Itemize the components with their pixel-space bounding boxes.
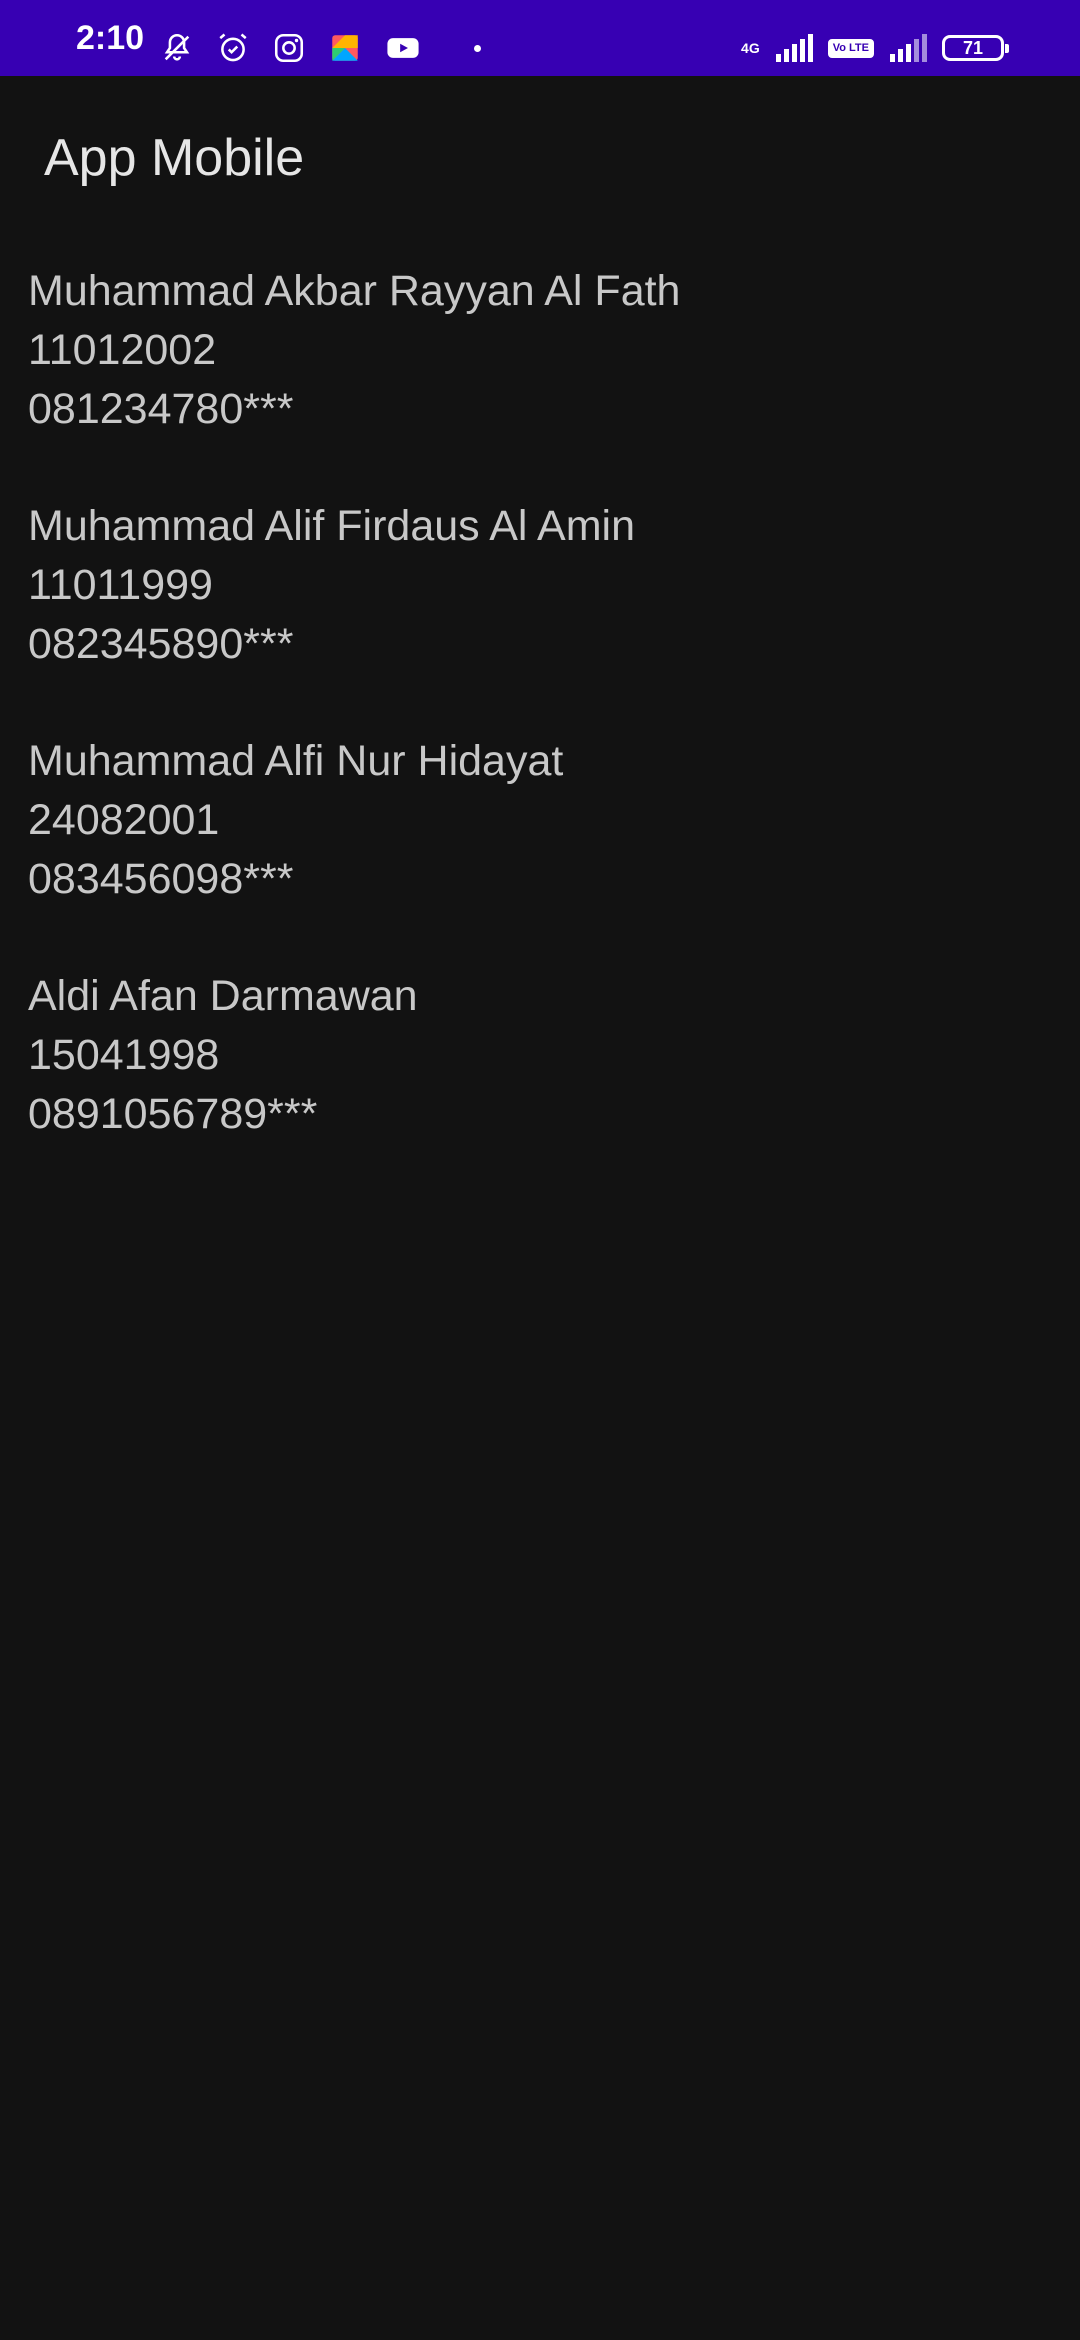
signal-strength-icon xyxy=(775,34,813,62)
entry-phone: 081234780*** xyxy=(28,385,294,433)
entry-name: Muhammad Akbar Rayyan Al Fath xyxy=(28,267,681,315)
status-time: 2:10 xyxy=(76,19,145,57)
entry-phone: 0891056789*** xyxy=(28,1090,318,1138)
list-item: Aldi Afan Darmawan 15041998 0891056789**… xyxy=(28,967,1028,1144)
app-icon xyxy=(332,35,358,61)
list-item: Muhammad Alif Firdaus Al Amin 11011999 0… xyxy=(28,497,1028,674)
status-bar: 2:10 4G Vo LTE 71 xyxy=(0,0,1080,76)
network-type-label: 4G xyxy=(741,40,760,56)
entry-phone: 082345890*** xyxy=(28,620,294,668)
instagram-icon xyxy=(274,33,304,63)
youtube-icon xyxy=(387,38,419,58)
status-icons-left xyxy=(160,28,481,68)
status-icons-right: 4G Vo LTE 71 xyxy=(741,28,1009,68)
battery-level: 71 xyxy=(962,37,984,58)
app-bar: App Mobile xyxy=(0,76,1080,236)
entry-id: 15041998 xyxy=(28,1031,220,1079)
entry-id: 11012002 xyxy=(28,326,217,374)
dot-icon xyxy=(474,44,481,52)
entry-phone: 083456098*** xyxy=(28,855,294,903)
entry-name: Muhammad Alfi Nur Hidayat xyxy=(28,737,564,785)
entry-name: Muhammad Alif Firdaus Al Amin xyxy=(28,502,636,550)
list-item: Muhammad Akbar Rayyan Al Fath 11012002 0… xyxy=(28,262,1028,439)
list-item: Muhammad Alfi Nur Hidayat 24082001 08345… xyxy=(28,732,1028,909)
screen: 2:10 4G Vo LTE 71 App Mobile Muhammad Ak… xyxy=(0,0,1080,2340)
battery-icon: 71 xyxy=(942,35,1009,61)
entry-id: 24082001 xyxy=(28,796,220,844)
signal-strength-icon-2 xyxy=(890,34,927,62)
entry-id: 11011999 xyxy=(28,561,213,609)
contact-list: Muhammad Akbar Rayyan Al Fath 11012002 0… xyxy=(28,262,1028,1202)
entry-name: Aldi Afan Darmawan xyxy=(28,972,418,1020)
volte-badge: Vo LTE xyxy=(827,38,874,58)
notifications-off-icon xyxy=(164,33,190,61)
alarm-icon xyxy=(219,33,247,62)
app-title: App Mobile xyxy=(44,129,305,187)
